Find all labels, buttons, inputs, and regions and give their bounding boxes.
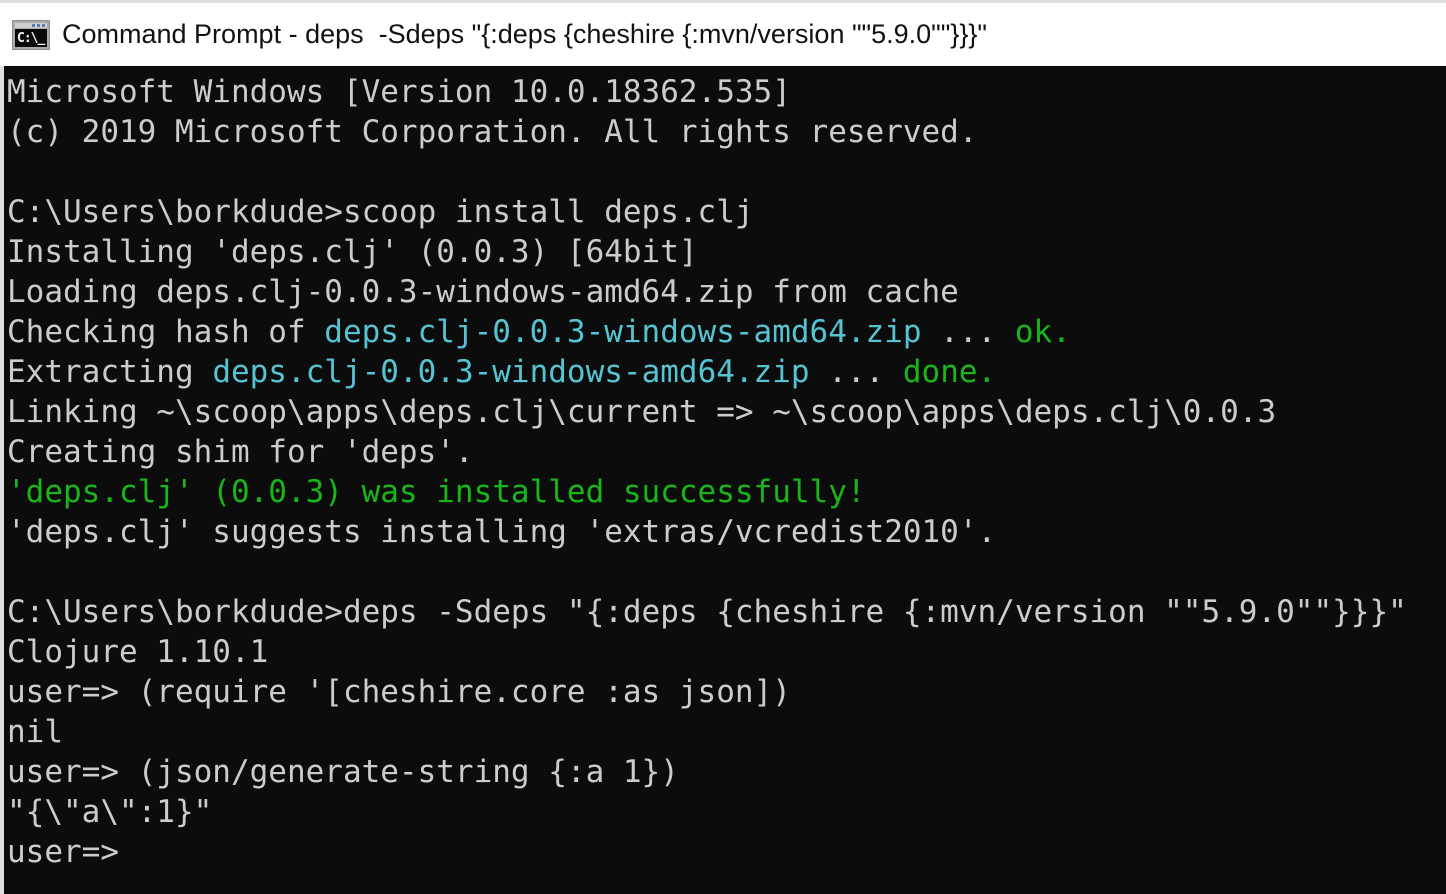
window-title: Command Prompt - deps -Sdeps "{:deps {ch… xyxy=(62,19,987,49)
terminal-text-segment: Creating shim for 'deps'. xyxy=(7,434,474,470)
terminal-line: C:\Users\borkdude>deps -Sdeps "{:deps {c… xyxy=(7,592,1446,632)
terminal-line: user=> xyxy=(7,832,1446,872)
terminal-text-segment: done. xyxy=(902,354,997,390)
terminal-text-segment: user=> (json/generate-string {:a 1}) xyxy=(7,754,679,790)
terminal-line: 'deps.clj' suggests installing 'extras/v… xyxy=(7,512,1446,552)
terminal-text-segment: deps.clj-0.0.3-windows-amd64.zip xyxy=(212,354,810,390)
terminal-text-segment: nil xyxy=(7,714,63,750)
title-bar[interactable]: C:\_ Command Prompt - deps -Sdeps "{:dep… xyxy=(0,0,1446,66)
terminal-text-segment: (c) 2019 Microsoft Corporation. All righ… xyxy=(7,114,978,150)
terminal-text-segment: Clojure 1.10.1 xyxy=(7,634,269,670)
terminal-text-segment: Installing 'deps.clj' (0.0.3) [64bit] xyxy=(7,234,698,270)
terminal-line: (c) 2019 Microsoft Corporation. All righ… xyxy=(7,112,1446,152)
terminal-line: user=> (json/generate-string {:a 1}) xyxy=(7,752,1446,792)
terminal-line: nil xyxy=(7,712,1446,752)
terminal-text-segment: Microsoft Windows [Version 10.0.18362.53… xyxy=(7,74,791,110)
terminal-line: Checking hash of deps.clj-0.0.3-windows-… xyxy=(7,312,1446,352)
terminal-line: 'deps.clj' (0.0.3) was installed success… xyxy=(7,472,1446,512)
terminal-text-segment: Extracting xyxy=(7,354,213,390)
terminal-line: Clojure 1.10.1 xyxy=(7,632,1446,672)
terminal-line: Installing 'deps.clj' (0.0.3) [64bit] xyxy=(7,232,1446,272)
cmd-icon[interactable]: C:\_ xyxy=(12,19,50,50)
terminal-line: Creating shim for 'deps'. xyxy=(7,432,1446,472)
terminal-text-segment: C:\Users\borkdude>scoop install deps.clj xyxy=(7,194,754,230)
terminal-text-segment: user=> xyxy=(7,834,119,870)
terminal-text-segment: deps.clj-0.0.3-windows-amd64.zip xyxy=(324,314,922,350)
terminal-line: "{\"a\":1}" xyxy=(7,792,1446,832)
terminal-text-segment: Linking ~\scoop\apps\deps.clj\current =>… xyxy=(7,394,1277,430)
terminal-text-segment: 'deps.clj' suggests installing 'extras/v… xyxy=(7,514,997,550)
terminal-text-segment: 'deps.clj' (0.0.3) was installed success… xyxy=(7,474,866,510)
terminal[interactable]: Microsoft Windows [Version 10.0.18362.53… xyxy=(0,66,1446,894)
terminal-text-segment: "{\"a\":1}" xyxy=(7,794,213,830)
terminal-text-segment: Checking hash of xyxy=(7,314,325,350)
terminal-text-segment: user=> (require '[cheshire.core :as json… xyxy=(7,674,791,710)
terminal-line: Microsoft Windows [Version 10.0.18362.53… xyxy=(7,72,1446,112)
terminal-line: Extracting deps.clj-0.0.3-windows-amd64.… xyxy=(7,352,1446,392)
terminal-text-segment: ... xyxy=(921,314,1015,350)
cmd-icon-titlestrip xyxy=(15,22,47,28)
terminal-line: Linking ~\scoop\apps\deps.clj\current =>… xyxy=(7,392,1446,432)
terminal-line: Loading deps.clj-0.0.3-windows-amd64.zip… xyxy=(7,272,1446,312)
terminal-line: C:\Users\borkdude>scoop install deps.clj xyxy=(7,192,1446,232)
terminal-text-segment: C:\Users\borkdude>deps -Sdeps "{:deps {c… xyxy=(7,594,1407,630)
terminal-line: user=> (require '[cheshire.core :as json… xyxy=(7,672,1446,712)
command-prompt-window: C:\_ Command Prompt - deps -Sdeps "{:dep… xyxy=(0,0,1446,894)
terminal-text-segment: ok. xyxy=(1014,314,1071,350)
terminal-text-segment: Loading deps.clj-0.0.3-windows-amd64.zip… xyxy=(7,274,959,310)
cmd-icon-screen: C:\_ xyxy=(15,28,47,47)
terminal-text-segment: ... xyxy=(809,354,903,390)
